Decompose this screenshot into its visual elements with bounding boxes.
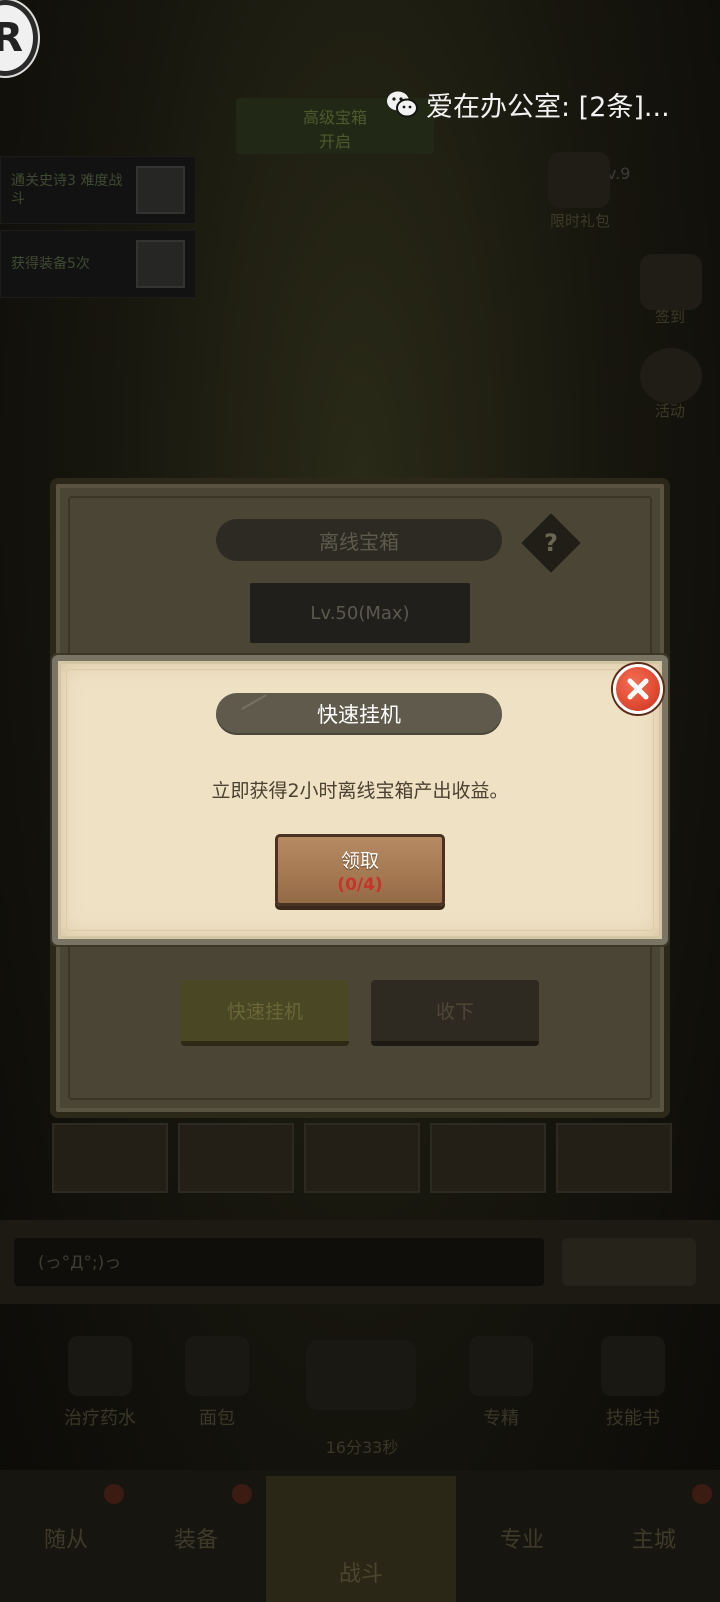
- chat-input[interactable]: (っ°Д°;)っ: [14, 1238, 544, 1286]
- mastery-item[interactable]: 专精: [446, 1336, 556, 1430]
- skillbook-item[interactable]: 技能书: [578, 1336, 688, 1430]
- nav-tab-followers[interactable]: 随从: [6, 1488, 126, 1588]
- potion-item[interactable]: 治疗药水: [45, 1336, 155, 1430]
- quest-text: 通关史诗3 难度战斗: [11, 173, 123, 207]
- skillbook-icon: [601, 1336, 665, 1396]
- potion-label: 治疗药水: [64, 1408, 136, 1429]
- item-slot[interactable]: [304, 1123, 420, 1193]
- close-button[interactable]: [613, 664, 663, 714]
- quick-idle-button[interactable]: 快速挂机: [181, 980, 349, 1046]
- item-slot[interactable]: [430, 1123, 546, 1193]
- bread-icon: [185, 1336, 249, 1396]
- mastery-icon: [469, 1336, 533, 1396]
- potion-icon: [68, 1336, 132, 1396]
- quest-reward-slot: [135, 166, 185, 214]
- wechat-notification-text: 爱在办公室: [2条]...: [426, 91, 670, 123]
- app-logo-letter: R: [0, 15, 23, 61]
- claim-button-label: 领取: [340, 849, 379, 872]
- event-icon[interactable]: [640, 348, 702, 404]
- close-x-icon: [627, 678, 649, 700]
- nav-tab-main-city[interactable]: 主城: [594, 1488, 714, 1588]
- wechat-icon: [387, 91, 418, 118]
- notification-dot: [232, 1484, 252, 1504]
- nav-tab-profession[interactable]: 专业: [462, 1488, 582, 1588]
- collect-button[interactable]: 收下: [371, 980, 539, 1046]
- claim-count: (0/4): [337, 874, 383, 895]
- side-label: 签到: [654, 308, 685, 326]
- idle-timer: 16分33秒: [325, 1438, 399, 1457]
- quest-reward-slot: [135, 240, 185, 288]
- top-event-banner-text: 高级宝箱 开启: [302, 108, 367, 151]
- app-logo: R: [0, 0, 38, 76]
- item-slot[interactable]: [556, 1123, 672, 1193]
- mastery-label: 专精: [483, 1408, 519, 1429]
- help-icon[interactable]: ?: [530, 522, 572, 564]
- gift-pack-icon[interactable]: [548, 152, 610, 208]
- nav-tab-battle[interactable]: 战斗: [266, 1476, 456, 1602]
- offline-chest-title: 离线宝箱: [216, 519, 502, 561]
- item-slot[interactable]: [52, 1123, 168, 1193]
- side-label: 活动: [654, 402, 685, 420]
- idle-chest-icon[interactable]: [306, 1340, 416, 1410]
- quest-item[interactable]: 获得装备5次: [0, 230, 196, 298]
- side-label: 限时礼包: [549, 212, 610, 230]
- notification-dot: [692, 1484, 712, 1504]
- skillbook-label: 技能书: [606, 1408, 660, 1429]
- bread-item[interactable]: 面包: [162, 1336, 272, 1430]
- checkin-icon[interactable]: [640, 254, 702, 310]
- quest-item[interactable]: 通关史诗3 难度战斗: [0, 156, 196, 224]
- chest-level: Lv.50(Max): [250, 583, 470, 643]
- popup-description: 立即获得2小时离线宝箱产出收益。: [211, 780, 509, 802]
- item-slots: [52, 1123, 672, 1193]
- claim-button[interactable]: 领取 (0/4): [275, 834, 445, 906]
- notification-dot: [104, 1484, 124, 1504]
- game-screen: R 高级宝箱 开启 爱在办公室: [2条]... 通关史诗3 难度战斗 获得装备…: [0, 0, 720, 1602]
- popup-title: 快速挂机: [216, 693, 502, 735]
- chat-send-button[interactable]: [562, 1238, 696, 1286]
- item-slot[interactable]: [178, 1123, 294, 1193]
- quest-text: 获得装备5次: [11, 256, 90, 272]
- wechat-notification[interactable]: 爱在办公室: [2条]...: [386, 84, 670, 124]
- bread-label: 面包: [199, 1408, 235, 1429]
